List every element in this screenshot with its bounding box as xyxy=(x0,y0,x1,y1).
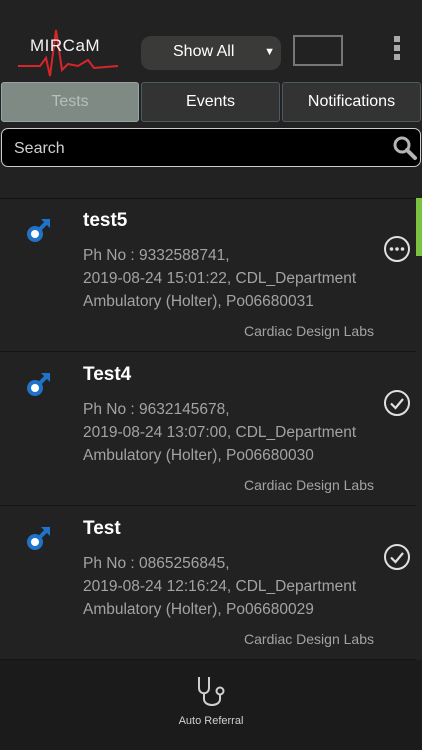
test-name: Test4 xyxy=(83,364,132,385)
tab-tests[interactable]: Tests xyxy=(1,82,139,122)
tab-events[interactable]: Events xyxy=(141,82,280,122)
test-phone: Ph No : 9632145678, xyxy=(83,401,230,418)
scrollbar-thumb[interactable] xyxy=(416,198,422,256)
bottom-nav-bar: Auto Referral xyxy=(0,660,422,750)
filter-selected-value: Show All xyxy=(173,43,235,60)
test-type: Ambulatory (Holter), Po06680030 xyxy=(83,447,314,464)
test-row[interactable]: Test Ph No : 0865256845, 2019-08-24 12:1… xyxy=(0,507,416,660)
tab-bar: Tests Events Notifications xyxy=(0,82,422,122)
filter-dropdown[interactable]: Show All ▼ xyxy=(141,36,281,70)
test-details: 2019-08-24 13:07:00, CDL_Department xyxy=(83,424,357,441)
check-circle-icon[interactable] xyxy=(383,389,411,417)
male-icon xyxy=(27,219,50,242)
dropdown-arrow-icon: ▼ xyxy=(264,46,275,58)
auto-referral-label[interactable]: Auto Referral xyxy=(0,715,422,727)
test-details: 2019-08-24 15:01:22, CDL_Department xyxy=(83,270,357,287)
test-name: test5 xyxy=(83,210,128,231)
male-icon xyxy=(27,527,50,550)
check-circle-icon[interactable] xyxy=(383,543,411,571)
test-type: Ambulatory (Holter), Po06680029 xyxy=(83,601,314,618)
test-row[interactable]: Test4 Ph No : 9632145678, 2019-08-24 13:… xyxy=(0,353,416,506)
test-phone: Ph No : 9332588741, xyxy=(83,247,230,264)
test-phone: Ph No : 0865256845, xyxy=(83,555,230,572)
overflow-menu-icon[interactable] xyxy=(390,36,404,64)
app-logo-text: MIRCaM xyxy=(30,36,101,55)
test-organization: Cardiac Design Labs xyxy=(244,631,374,647)
tab-notifications[interactable]: Notifications xyxy=(282,82,421,122)
empty-box[interactable] xyxy=(293,35,343,66)
test-type: Ambulatory (Holter), Po06680031 xyxy=(83,293,314,310)
test-organization: Cardiac Design Labs xyxy=(244,323,374,339)
search-input[interactable] xyxy=(12,135,386,163)
search-icon[interactable] xyxy=(392,135,418,161)
test-details: 2019-08-24 12:16:24, CDL_Department xyxy=(83,578,357,595)
stethoscope-icon[interactable] xyxy=(193,674,229,710)
test-row[interactable]: test5 Ph No : 9332588741, 2019-08-24 15:… xyxy=(0,199,416,352)
search-bar xyxy=(1,128,421,167)
male-icon xyxy=(27,373,50,396)
more-circle-icon[interactable] xyxy=(383,235,411,263)
app-header: MIRCaM Show All ▼ xyxy=(0,0,422,82)
test-organization: Cardiac Design Labs xyxy=(244,477,374,493)
test-name: Test xyxy=(83,518,121,539)
